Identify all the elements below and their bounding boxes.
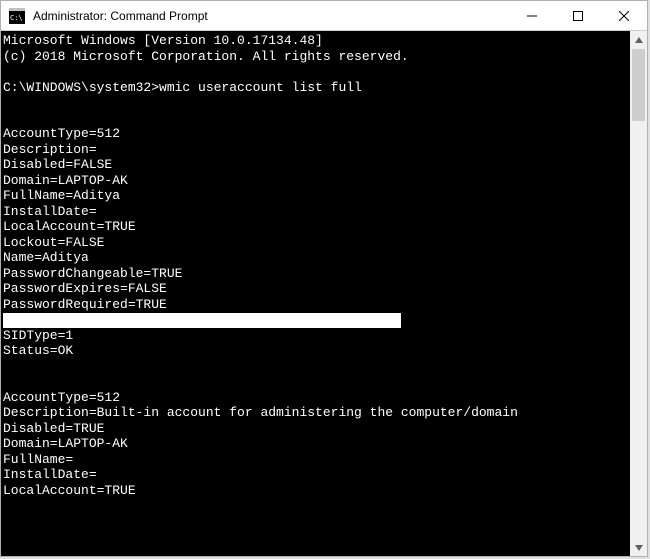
redacted-sid <box>3 313 401 328</box>
terminal-line <box>3 359 630 375</box>
cmd-icon: C:\ <box>9 8 25 24</box>
terminal-line <box>3 374 630 390</box>
terminal-line: Name=Aditya <box>3 250 630 266</box>
terminal-line: InstallDate= <box>3 204 630 220</box>
terminal-line <box>3 111 630 127</box>
terminal-line: Disabled=FALSE <box>3 157 630 173</box>
svg-text:C:\: C:\ <box>10 14 23 22</box>
terminal-line: SIDType=1 <box>3 328 630 344</box>
terminal-line: LocalAccount=TRUE <box>3 483 630 499</box>
terminal-line: PasswordChangeable=TRUE <box>3 266 630 282</box>
terminal-line: Status=OK <box>3 343 630 359</box>
window-title: Administrator: Command Prompt <box>33 9 509 23</box>
chevron-down-icon <box>635 545 643 551</box>
terminal-line: C:\WINDOWS\system32>wmic useraccount lis… <box>3 80 630 96</box>
scroll-down-button[interactable] <box>630 539 647 556</box>
terminal-line: AccountType=512 <box>3 390 630 406</box>
titlebar[interactable]: C:\ Administrator: Command Prompt <box>1 1 647 31</box>
terminal-line: Lockout=FALSE <box>3 235 630 251</box>
scroll-thumb[interactable] <box>632 49 645 121</box>
terminal-line: InstallDate= <box>3 467 630 483</box>
terminal-line: Microsoft Windows [Version 10.0.17134.48… <box>3 33 630 49</box>
scroll-up-button[interactable] <box>630 31 647 48</box>
minimize-icon <box>527 11 537 21</box>
terminal-line: FullName= <box>3 452 630 468</box>
terminal-line: AccountType=512 <box>3 126 630 142</box>
maximize-button[interactable] <box>555 1 601 30</box>
close-icon <box>619 11 629 21</box>
terminal-line: PasswordRequired=TRUE <box>3 297 630 313</box>
terminal-output[interactable]: Microsoft Windows [Version 10.0.17134.48… <box>1 31 630 556</box>
terminal-line: Description=Built-in account for adminis… <box>3 405 630 421</box>
terminal-line <box>3 312 630 328</box>
terminal-line: Domain=LAPTOP-AK <box>3 436 630 452</box>
maximize-icon <box>573 11 583 21</box>
terminal-line <box>3 95 630 111</box>
window-controls <box>509 1 647 30</box>
chevron-up-icon <box>635 37 643 43</box>
terminal-line: Description= <box>3 142 630 158</box>
terminal-line: PasswordExpires=FALSE <box>3 281 630 297</box>
terminal-area: Microsoft Windows [Version 10.0.17134.48… <box>1 31 647 556</box>
terminal-line: Domain=LAPTOP-AK <box>3 173 630 189</box>
minimize-button[interactable] <box>509 1 555 30</box>
terminal-line: LocalAccount=TRUE <box>3 219 630 235</box>
terminal-line <box>3 64 630 80</box>
close-button[interactable] <box>601 1 647 30</box>
vertical-scrollbar[interactable] <box>630 31 647 556</box>
terminal-line: (c) 2018 Microsoft Corporation. All righ… <box>3 49 630 65</box>
command-prompt-window: C:\ Administrator: Command Prompt Micros… <box>0 0 648 557</box>
terminal-line: FullName=Aditya <box>3 188 630 204</box>
terminal-line: Disabled=TRUE <box>3 421 630 437</box>
